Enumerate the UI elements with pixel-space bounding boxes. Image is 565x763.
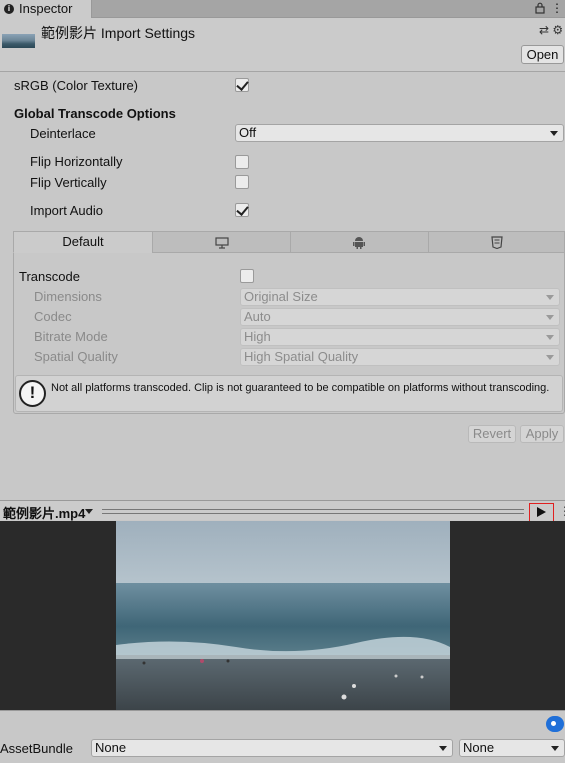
- warning-helpbox: ! Not all platforms transcoded. Clip is …: [15, 375, 563, 412]
- flip-horizontally-checkbox[interactable]: [235, 155, 249, 169]
- assetbundle-bar: AssetBundle None None: [0, 710, 565, 763]
- import-audio-checkbox[interactable]: [235, 203, 249, 217]
- chevron-down-icon: [550, 131, 558, 136]
- codec-dropdown[interactable]: Auto: [240, 308, 560, 326]
- chevron-down-icon: [546, 315, 554, 320]
- preset-settings-icon[interactable]: ⇄ ⚙: [539, 23, 563, 37]
- flip-vertically-checkbox[interactable]: [235, 175, 249, 189]
- chevron-down-icon: [546, 355, 554, 360]
- chevron-down-icon: [551, 746, 559, 751]
- spatial-quality-dropdown[interactable]: High Spatial Quality: [240, 348, 560, 366]
- warning-icon: !: [19, 380, 46, 407]
- android-icon: [353, 237, 365, 249]
- flip-horizontally-label: Flip Horizontally: [30, 154, 123, 169]
- tab-bar: i Inspector ⋮: [0, 0, 565, 18]
- assetbundle-variant-dropdown[interactable]: None: [459, 739, 565, 757]
- play-button[interactable]: [529, 503, 554, 522]
- tab-default-platform[interactable]: Default: [13, 231, 153, 253]
- asset-title: 範例影片 Import Settings: [41, 25, 196, 41]
- preview-title[interactable]: 範例影片.mp4: [3, 503, 85, 522]
- tab-standalone-platform[interactable]: [152, 231, 291, 253]
- preview-toolbar: 範例影片.mp4 ⋮: [0, 500, 565, 522]
- import-audio-label: Import Audio: [30, 203, 103, 218]
- tab-android-platform[interactable]: [290, 231, 429, 253]
- open-button[interactable]: Open: [521, 45, 564, 64]
- html5-icon: [491, 236, 503, 249]
- srgb-checkbox[interactable]: [235, 78, 249, 92]
- preview-area: [0, 521, 565, 710]
- assetbundle-value: None: [95, 740, 127, 755]
- monitor-icon: [215, 237, 229, 249]
- spatial-quality-label: Spatial Quality: [34, 349, 118, 364]
- codec-value: Auto: [244, 309, 271, 324]
- kebab-menu-icon[interactable]: ⋮: [551, 1, 563, 15]
- revert-button[interactable]: Revert: [468, 425, 516, 443]
- dimensions-value: Original Size: [244, 289, 318, 304]
- chevron-down-icon: [546, 295, 554, 300]
- lock-icon[interactable]: [534, 2, 546, 14]
- bitrate-mode-value: High: [244, 329, 271, 344]
- codec-label: Codec: [34, 309, 72, 324]
- dimensions-dropdown[interactable]: Original Size: [240, 288, 560, 306]
- tab-default-label: Default: [62, 234, 104, 249]
- transcode-checkbox[interactable]: [240, 269, 254, 283]
- dimensions-label: Dimensions: [34, 289, 102, 304]
- spatial-quality-value: High Spatial Quality: [244, 349, 359, 364]
- deinterlace-value: Off: [239, 125, 257, 140]
- warning-text: Not all platforms transcoded. Clip is no…: [51, 382, 550, 394]
- info-icon: i: [4, 4, 14, 14]
- transcode-label: Transcode: [19, 269, 80, 284]
- tab-inspector[interactable]: i Inspector: [0, 0, 92, 18]
- global-transcode-heading: Global Transcode Options: [14, 106, 176, 121]
- kebab-menu-icon[interactable]: ⋮: [559, 504, 565, 518]
- chevron-down-icon: [439, 746, 447, 751]
- tab-webgl-platform[interactable]: [428, 231, 565, 253]
- assetbundle-dropdown[interactable]: None: [91, 739, 453, 757]
- apply-button[interactable]: Apply: [520, 425, 564, 443]
- chevron-down-icon: [546, 335, 554, 340]
- video-preview-image: [116, 521, 450, 710]
- assetbundle-variant-value: None: [463, 740, 495, 755]
- srgb-label: sRGB (Color Texture): [14, 78, 139, 93]
- chevron-down-icon[interactable]: [85, 509, 93, 514]
- flip-vertically-label: Flip Vertically: [30, 175, 107, 190]
- asset-header: 範例影片 Import Settings ⇄ ⚙ Open: [0, 18, 565, 72]
- deinterlace-dropdown[interactable]: Off: [235, 124, 564, 142]
- video-thumbnail: [2, 34, 35, 48]
- preview-timeline-slider[interactable]: [102, 509, 524, 514]
- bitrate-mode-label: Bitrate Mode: [34, 329, 108, 344]
- bitrate-mode-dropdown[interactable]: High: [240, 328, 560, 346]
- tab-label: Inspector: [19, 1, 73, 16]
- play-icon: [537, 507, 546, 517]
- tag-icon[interactable]: [546, 716, 564, 732]
- assetbundle-label: AssetBundle: [0, 741, 73, 756]
- deinterlace-label: Deinterlace: [30, 126, 96, 141]
